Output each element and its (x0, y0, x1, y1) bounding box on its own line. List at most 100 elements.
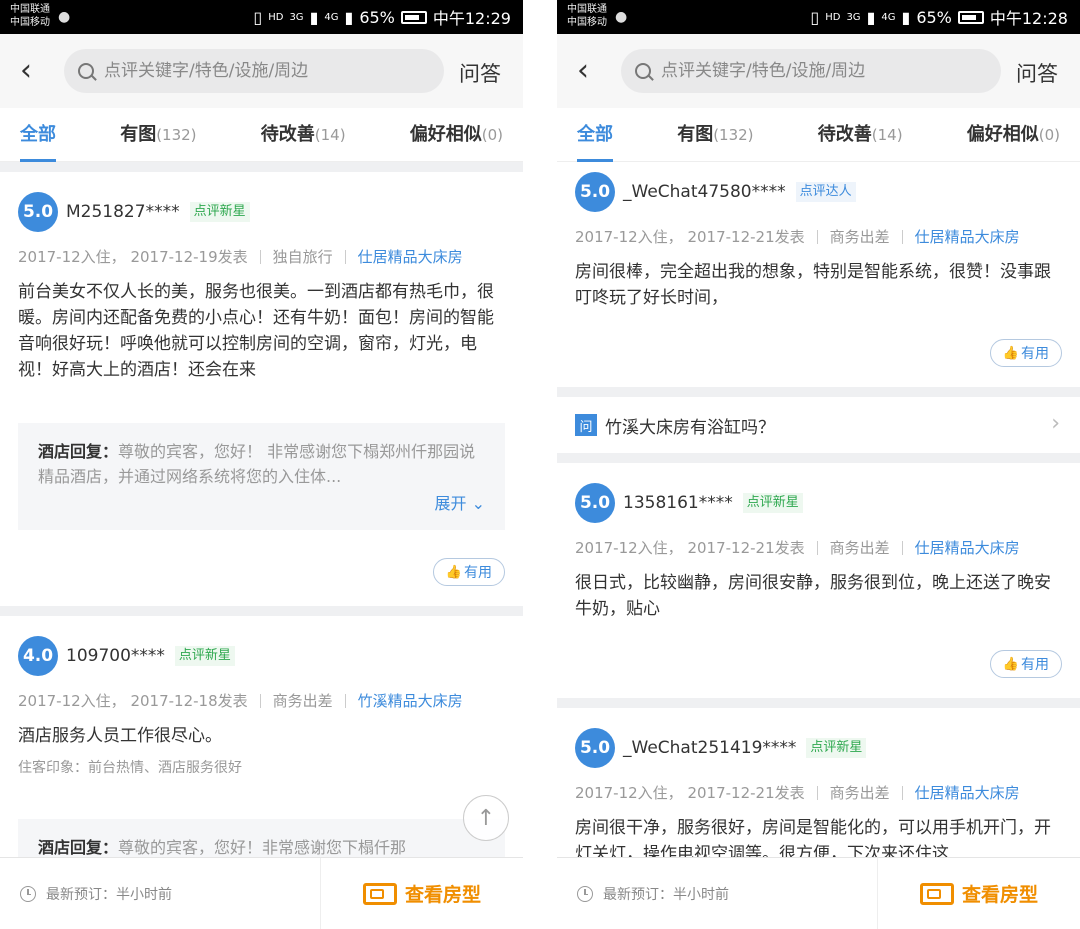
qa-link[interactable]: 问答 (1016, 58, 1058, 88)
room-type: 仕居精品大床房 (914, 784, 1020, 802)
reply-text: 尊敬的宾客，您好！非常感谢您下榻仟那 (118, 838, 407, 857)
tab-similar-preference[interactable]: 偏好相似(0) (967, 108, 1060, 162)
battery-icon (400, 10, 427, 24)
hd-label: HD (825, 11, 841, 23)
reply-label: 酒店回复： (38, 838, 119, 857)
reviewer-badge: 点评新星 (742, 493, 803, 513)
review-text: 房间很干净，服务很好，房间是智能化的，可以用手机开门，开灯关灯，操作电视空调等。… (575, 818, 1051, 857)
score-badge: 5.0 (575, 172, 615, 212)
hotel-reply: 酒店回复：尊敬的宾客，您好！非常感谢您下榻仟那 (18, 819, 505, 857)
divider (0, 606, 523, 616)
useful-button[interactable]: 👍 有用 (989, 650, 1062, 678)
latest-booking: 最新预订：半小时前 (0, 858, 321, 929)
review-card: 5.0 _WeChat47580**** 点评达人 2017-12入住， 201… (557, 162, 1080, 387)
useful-button[interactable]: 👍 有用 (989, 339, 1062, 367)
reviewer-row: 5.0 _WeChat47580**** 点评达人 (575, 172, 1062, 212)
reviewer-badge: 点评达人 (795, 182, 856, 202)
tab-similar-preference[interactable]: 偏好相似(0) (410, 108, 503, 162)
thumbs-up-icon: 👍 (445, 564, 462, 580)
back-arrow-icon[interactable]: ‹ (577, 56, 589, 86)
battery-percent: 65% (916, 7, 952, 27)
signal-icon: ▮ (866, 7, 876, 27)
carrier-1: 中国联通 (567, 4, 607, 15)
review-tabs: 全部 有图(132) 待改善(14) 偏好相似(0) (0, 108, 523, 162)
review-text: 房间很棒，完全超出我的想象，特别是智能系统，很赞！没事跟叮咚玩了好长时间， (575, 262, 1051, 308)
view-rooms-button[interactable]: 查看房型 (878, 858, 1080, 929)
tab-needs-improvement[interactable]: 待改善(14) (261, 108, 346, 162)
wechat-icon: ● (58, 9, 71, 25)
view-rooms-button[interactable]: 查看房型 (321, 858, 523, 929)
review-card: 5.0 _WeChat251419**** 点评新星 2017-12入住， 20… (557, 708, 1080, 857)
reviewer-row: 5.0 _WeChat251419**** 点评新星 (575, 728, 1062, 768)
qa-question: 竹溪大床房有浴缸吗？ (605, 417, 775, 438)
signal-icon: ▮ (901, 7, 911, 27)
room-type: 仕居精品大床房 (914, 228, 1020, 246)
status-indicators: ▯ HD 3G ▮ 4G ▮ 65% 中午12:29 (253, 0, 511, 34)
status-indicators: ▯ HD 3G ▮ 4G ▮ 65% 中午12:28 (810, 0, 1068, 34)
review-meta: 2017-12入住， 2017-12-21发表 商务出差 仕居精品大床房 (575, 228, 1020, 246)
carrier-1: 中国联通 (10, 4, 50, 15)
search-box[interactable] (64, 49, 444, 93)
tab-with-photos[interactable]: 有图(132) (677, 108, 753, 162)
reviewer-row: 5.0 M251827**** 点评新星 (18, 192, 505, 232)
top-header: ‹ 问答 (0, 34, 523, 108)
phone-screen-left: 中国联通 中国移动 ● ▯ HD 3G ▮ 4G ▮ 65% 中午12:29 ‹… (0, 0, 523, 929)
tab-all[interactable]: 全部 (577, 108, 613, 162)
hd-label: HD (268, 11, 284, 23)
score-badge: 5.0 (575, 483, 615, 523)
signal-icon: ▮ (344, 7, 354, 27)
phone-screen-right: 中国联通 中国移动 ● ▯ HD 3G ▮ 4G ▮ 65% 中午12:28 ‹… (557, 0, 1080, 929)
vibrate-icon: ▯ (810, 7, 820, 27)
review-meta: 2017-12入住， 2017-12-19发表 独自旅行 仕居精品大床房 (18, 248, 463, 266)
score-badge: 5.0 (575, 728, 615, 768)
battery-percent: 65% (359, 7, 395, 27)
chevron-right-icon: › (1051, 411, 1060, 436)
scroll-to-top-button[interactable]: ↑ (463, 795, 509, 841)
qa-link[interactable]: 问答 (459, 58, 501, 88)
room-type: 竹溪精品大床房 (357, 692, 463, 710)
status-bar: 中国联通 中国移动 ● ▯ HD 3G ▮ 4G ▮ 65% 中午12:28 (557, 0, 1080, 34)
bed-icon (362, 882, 397, 905)
clock-icon (20, 885, 36, 902)
review-list: 5.0 M251827**** 点评新星 2017-12入住， 2017-12-… (0, 162, 523, 857)
bed-icon (919, 882, 954, 905)
reviewer-badge: 点评新星 (189, 202, 250, 222)
carrier-2: 中国移动 (10, 17, 50, 28)
search-box[interactable] (621, 49, 1001, 93)
reviewer-name: _WeChat251419**** (623, 738, 797, 758)
clock-time: 中午12:28 (989, 9, 1068, 28)
review-list: 5.0 _WeChat47580**** 点评达人 2017-12入住， 201… (557, 162, 1080, 857)
bottom-bar: 最新预订：半小时前 查看房型 (0, 857, 523, 929)
top-header: ‹ 问答 (557, 34, 1080, 108)
network-3g: 3G (846, 11, 861, 23)
clock-icon (577, 885, 593, 902)
useful-button[interactable]: 👍 有用 (432, 558, 505, 586)
score-badge: 4.0 (18, 636, 58, 676)
network-4g: 4G (881, 11, 896, 23)
tab-with-photos[interactable]: 有图(132) (120, 108, 196, 162)
bottom-bar: 最新预订：半小时前 查看房型 (557, 857, 1080, 929)
review-meta: 2017-12入住， 2017-12-21发表 商务出差 仕居精品大床房 (575, 539, 1020, 557)
question-icon: 问 (575, 414, 597, 436)
qa-item[interactable]: 问 竹溪大床房有浴缸吗？ › (557, 397, 1080, 453)
search-input[interactable] (104, 61, 404, 81)
expand-link[interactable]: 展开 ⌄ (38, 491, 485, 516)
reviewer-name: _WeChat47580**** (623, 182, 786, 202)
chevron-down-icon: ⌄ (471, 494, 485, 513)
thumbs-up-icon: 👍 (1002, 656, 1019, 672)
tab-needs-improvement[interactable]: 待改善(14) (818, 108, 903, 162)
latest-booking: 最新预订：半小时前 (557, 858, 878, 929)
review-tabs: 全部 有图(132) 待改善(14) 偏好相似(0) (557, 108, 1080, 162)
back-arrow-icon[interactable]: ‹ (20, 56, 32, 86)
score-badge: 5.0 (18, 192, 58, 232)
search-icon (635, 63, 651, 79)
reviewer-row: 5.0 1358161**** 点评新星 (575, 483, 1062, 523)
room-type: 仕居精品大床房 (357, 248, 463, 266)
reviewer-badge: 点评新星 (806, 738, 867, 758)
vibrate-icon: ▯ (253, 7, 263, 27)
reviewer-row: 4.0 109700**** 点评新星 (18, 636, 505, 676)
divider (0, 162, 523, 172)
tab-all[interactable]: 全部 (20, 108, 56, 162)
search-input[interactable] (661, 61, 961, 81)
signal-icon: ▮ (309, 7, 319, 27)
